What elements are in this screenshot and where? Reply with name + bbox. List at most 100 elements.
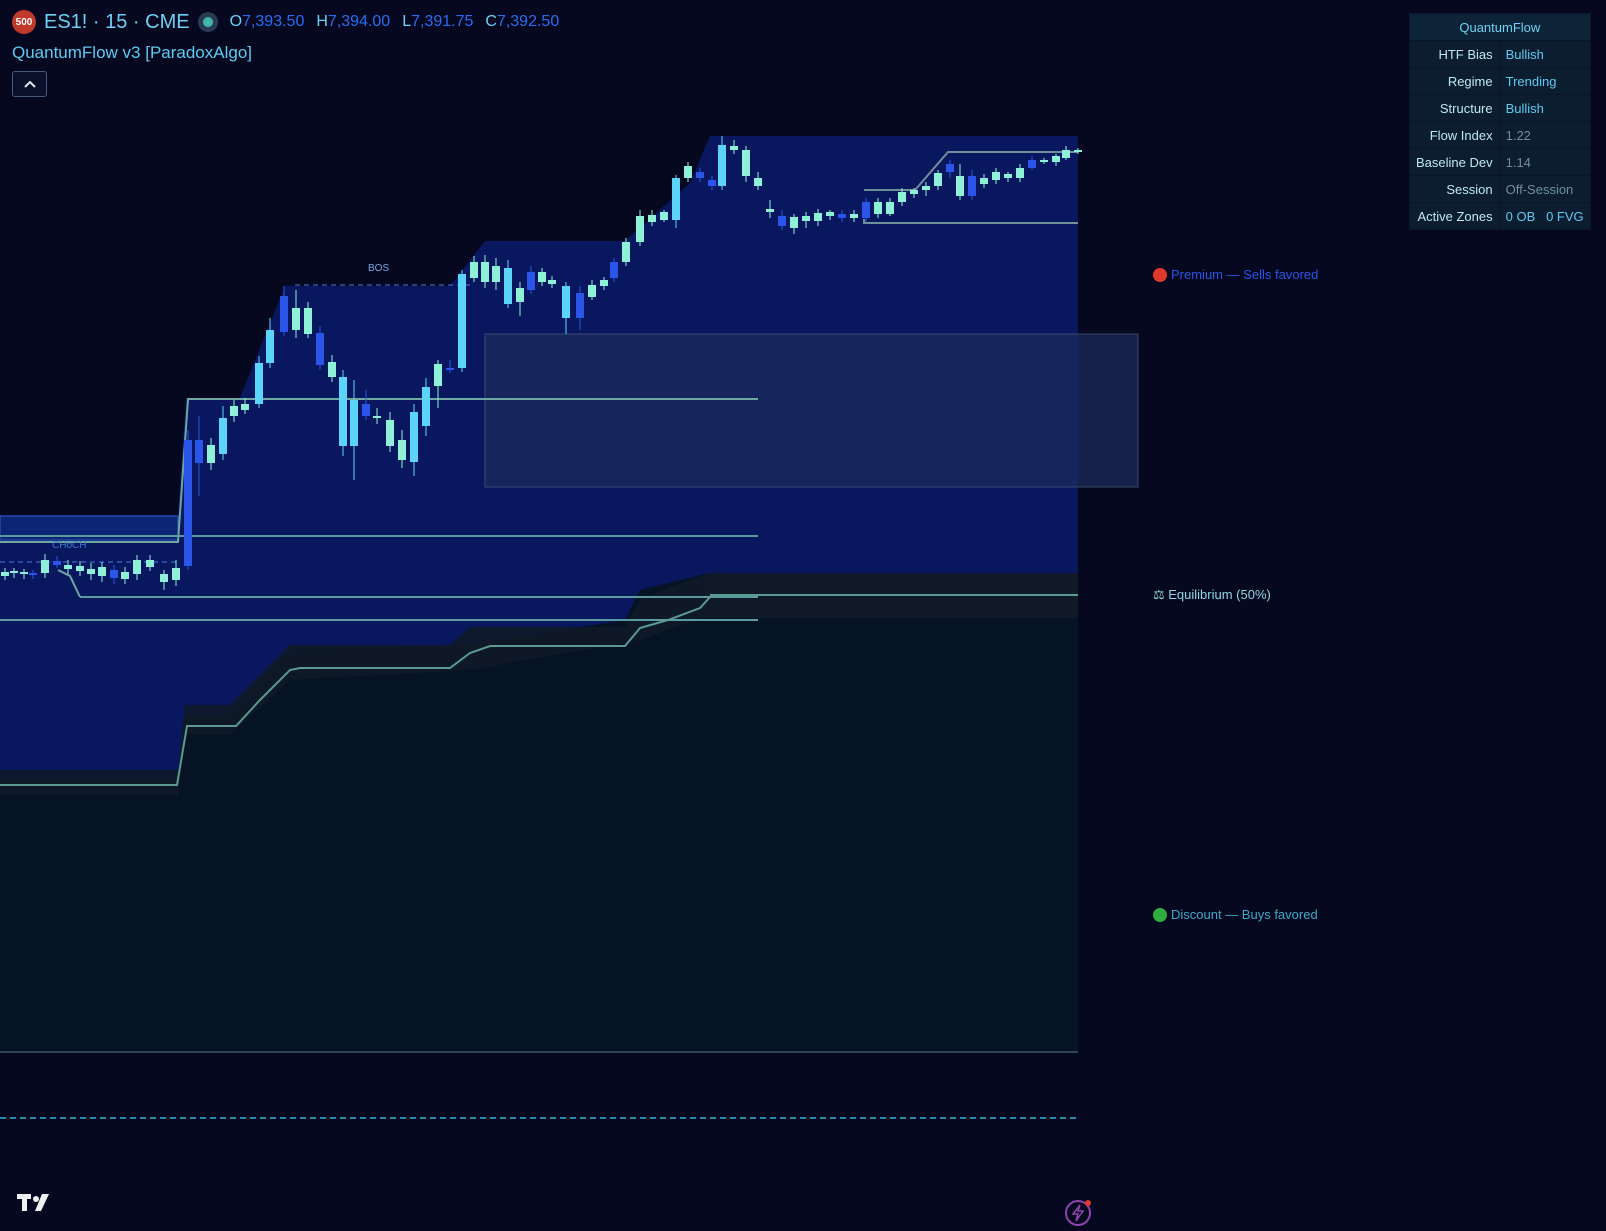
discount-zone-label: Discount — Buys favored [1153, 907, 1318, 922]
sp500-badge-icon: 500 [12, 10, 36, 34]
panel-value-baseline-dev: 1.14 [1498, 148, 1591, 176]
green-circle-icon [1153, 907, 1167, 922]
candle-body [280, 296, 288, 332]
candle-body [910, 190, 918, 194]
panel-row: Active Zones 0 OB 0 FVG [1409, 202, 1591, 230]
candle-body [1004, 174, 1012, 178]
candle-body [850, 214, 858, 218]
candle-body [110, 570, 118, 578]
candle-body [538, 272, 546, 282]
premium-zone-label: Premium — Sells favored [1153, 267, 1318, 282]
market-status-icon[interactable] [197, 12, 218, 32]
candle-body [636, 216, 644, 242]
discount-zone-text: Discount — Buys favored [1171, 907, 1318, 922]
panel-title: QuantumFlow [1409, 13, 1591, 41]
candle-body [968, 176, 976, 196]
collapse-indicators-button[interactable] [12, 71, 47, 97]
candle-body [766, 209, 774, 212]
candle-body [133, 560, 141, 574]
candle-body [76, 566, 84, 571]
candle-body [1062, 150, 1070, 158]
symbol-label[interactable]: ES1! · 15 · CME [44, 11, 190, 34]
candle-body [1016, 168, 1024, 178]
candle-body [610, 262, 618, 278]
candle-body [20, 572, 28, 574]
panel-value-active-zones: 0 OB 0 FVG [1498, 202, 1591, 230]
premium-zone-text: Premium — Sells favored [1171, 267, 1319, 282]
panel-value-regime: Trending [1498, 67, 1591, 95]
panel-value-structure: Bullish [1498, 94, 1591, 122]
candle-body [992, 172, 1000, 180]
candle-body [255, 363, 263, 404]
equilibrium-zone-text: ⚖ Equilibrium (50%) [1153, 587, 1271, 602]
panel-value-flow-index: 1.22 [1498, 121, 1591, 149]
candle-body [886, 202, 894, 214]
panel-row: Structure Bullish [1409, 94, 1591, 122]
candle-body [648, 215, 656, 222]
ohlc-open: O7,393.50 [229, 13, 305, 30]
candle-body [600, 280, 608, 286]
candle-body [622, 242, 630, 262]
candle-body [241, 404, 249, 410]
quantumflow-panel: QuantumFlow HTF Bias Bullish Regime Trendi… [1409, 13, 1591, 230]
candle-body [660, 212, 668, 220]
candle-body [684, 166, 692, 178]
candle-body [434, 364, 442, 386]
candle-body [219, 418, 227, 454]
candle-body [576, 293, 584, 318]
candle-body [266, 330, 274, 363]
candle-body [1052, 156, 1060, 162]
candle-body [316, 333, 324, 365]
lightning-bolt-icon[interactable] [1064, 1198, 1094, 1231]
candle-body [754, 178, 762, 186]
candle-body [398, 440, 406, 460]
candle-body [29, 573, 37, 575]
candle-body [730, 146, 738, 150]
candle-body [742, 150, 750, 176]
candle-body [195, 440, 203, 463]
candle-body [1, 572, 9, 576]
candle-body [373, 416, 381, 418]
candle-body [874, 202, 882, 214]
candle-body [504, 268, 512, 304]
price-chart[interactable]: BOS CHoCH [0, 0, 1606, 1225]
chart-header: 500 ES1! · 15 · CME O7,393.50 H7,394.00 … [12, 10, 559, 34]
candle-body [339, 377, 347, 446]
candle-body [422, 387, 430, 426]
candle-body [1074, 150, 1082, 152]
candle-body [898, 192, 906, 202]
candle-body [172, 568, 180, 580]
candle-body [934, 173, 942, 186]
candle-body [230, 406, 238, 416]
ohlc-values: O7,393.50 H7,394.00 L7,391.75 C7,392.50 [230, 13, 560, 31]
candle-body [410, 412, 418, 462]
candle-body [146, 560, 154, 567]
candle-body [790, 217, 798, 228]
candle-body [862, 202, 870, 218]
panel-row: Regime Trending [1409, 67, 1591, 95]
candle-body [470, 262, 478, 278]
panel-value-htf-bias: Bullish [1498, 40, 1591, 68]
candle-body [1028, 160, 1036, 168]
candle-body [87, 569, 95, 574]
candle-body [778, 216, 786, 226]
indicator-title[interactable]: QuantumFlow v3 [ParadoxAlgo] [12, 43, 252, 63]
candle-body [718, 145, 726, 186]
candle-body [922, 186, 930, 190]
bos-label: BOS [368, 263, 389, 274]
candle-body [708, 180, 716, 186]
candle-body [946, 164, 954, 172]
candle-body [121, 572, 129, 579]
candle-body [588, 285, 596, 297]
candle-body [826, 212, 834, 216]
choch-label: CHoCH [52, 540, 86, 551]
candle-body [64, 565, 72, 569]
tradingview-logo-icon[interactable] [16, 1191, 56, 1218]
candle-body [350, 400, 358, 446]
chevron-up-icon [23, 80, 36, 88]
candle-body [672, 178, 680, 220]
panel-row: Session Off-Session [1409, 175, 1591, 203]
panel-row: HTF Bias Bullish [1409, 40, 1591, 68]
candle-body [814, 213, 822, 221]
panel-value-session: Off-Session [1498, 175, 1591, 203]
